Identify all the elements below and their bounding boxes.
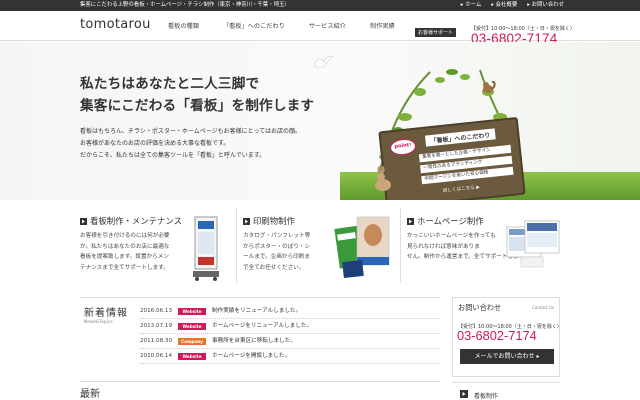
- arrow-icon: [243, 217, 250, 225]
- news-item[interactable]: 2010.06.14 Website ホームページを開設しました。: [140, 349, 440, 364]
- point-badge: point!: [389, 137, 417, 157]
- inquiry-box: お問い合わせ Contact Us 【受付】10:00～18:00（土・日・祝を…: [452, 297, 562, 377]
- hero-body: 看板はもちろん、チラシ・ポスター・ホームページもお客様にとってはお店の顔。 お客…: [80, 128, 301, 159]
- arrow-icon: [407, 217, 414, 225]
- squirrel-illustration: [483, 80, 496, 93]
- hero-title-line1: 私たちはあなたと二人三脚で: [80, 76, 260, 92]
- service-desc: カタログ・パンフレット等 からポスター・のぼり・シ ールまで。企画から印刷ま で…: [243, 233, 311, 271]
- latest-title: 最新: [80, 389, 100, 400]
- nav-item-works[interactable]: 制作実績: [370, 21, 395, 30]
- top-bar: 集客にこだわる上野の看板・ホームページ・チラシ制作（東京・神奈川・千葉・埼玉） …: [0, 0, 640, 11]
- service-desc: お客様を引き付けるのには何が必要 か。私たちはあなたのお店に最適な 看板を提案致…: [80, 233, 170, 271]
- inquiry-phone[interactable]: 03-6802-7174: [457, 328, 537, 343]
- news-item[interactable]: 2013.07.19 Website ホームページをリニューアルしました。: [140, 319, 440, 334]
- email-contact-button[interactable]: メールでお問い合わせ ▸: [460, 349, 554, 364]
- service-signboard[interactable]: 看板制作・メンテナンス お客様を引き付けるのには何が必要 か。私たちはあなたのお…: [80, 205, 230, 290]
- hero: 私たちはあなたと二人三脚で 集客にこだわる「看板」を制作します 看板はもちろん、…: [0, 42, 640, 200]
- sign-more-link[interactable]: 詳しくはこちら ▶: [443, 184, 480, 194]
- news-date: 2013.07.19: [140, 323, 173, 329]
- nav-item-types[interactable]: 看板の種類: [168, 21, 199, 30]
- nav-item-commitment[interactable]: 「看板」へのこだわり: [223, 21, 285, 30]
- service-website[interactable]: ホームページ制作 かっこいいホームページを作っても 見られなければ意味がありま …: [407, 205, 561, 290]
- side-item-label: 看板制作: [474, 393, 499, 400]
- logo[interactable]: tomotarou: [80, 17, 151, 32]
- news-text[interactable]: ホームページをリニューアルしました。: [212, 319, 312, 334]
- commitment-sign[interactable]: point! 「看板」へのこだわり 集客を第一とした企画・デザイン 一貫性のある…: [378, 116, 526, 200]
- hero-title-line2: 集客にこだわる「看板」を制作します: [80, 98, 315, 114]
- main-nav: 看板の種類 「看板」へのこだわり サービス紹介 制作実績: [168, 21, 395, 30]
- news-date: 2010.06.14: [140, 353, 173, 359]
- news-section: 新着情報 News&Topics 2016.06.13 Website 制作実績…: [80, 297, 440, 377]
- website-screens-image: [506, 220, 560, 268]
- site-tagline: 集客にこだわる上野の看板・ホームページ・チラシ制作（東京・神奈川・千葉・埼玉）: [80, 2, 290, 8]
- top-link-home[interactable]: ▸ ホーム: [461, 0, 481, 11]
- category-badge: Company: [178, 338, 206, 345]
- news-item[interactable]: 2016.06.13 Website 制作実績をリニューアルしました。: [140, 304, 440, 319]
- service-title: 看板制作・メンテナンス: [90, 216, 182, 226]
- services: 看板制作・メンテナンス お客様を引き付けるのには何が必要 か。私たちはあなたのお…: [0, 205, 640, 290]
- top-link-contact[interactable]: ▸ お問い合わせ: [527, 0, 564, 11]
- inquiry-title: お問い合わせ: [458, 303, 502, 312]
- top-links: ▸ ホーム ▸ 会社概要 ▸ お問い合わせ: [461, 0, 564, 11]
- support-badge: お客様サポート: [415, 28, 457, 37]
- stand-sign-image: [193, 216, 219, 281]
- arrow-icon: [80, 217, 87, 225]
- category-badge: Website: [178, 323, 206, 330]
- inquiry-subtitle: Contact Us: [532, 305, 554, 310]
- printed-materials-image: [334, 216, 390, 279]
- category-badge: Website: [178, 353, 206, 360]
- header: tomotarou 看板の種類 「看板」へのこだわり サービス紹介 制作実績 お…: [0, 11, 640, 46]
- category-badge: Website: [178, 308, 206, 315]
- nav-item-services[interactable]: サービス紹介: [309, 21, 346, 30]
- news-text[interactable]: 制作実績をリニューアルしました。: [212, 304, 301, 319]
- arrow-icon: [460, 390, 468, 398]
- news-title: 新着情報: [84, 308, 128, 319]
- dove-illustration: [313, 55, 334, 69]
- news-item[interactable]: 2011.08.30 Company 事務所を台東区に移転しました。: [140, 334, 440, 349]
- news-subtitle: News&Topics: [84, 320, 113, 325]
- news-date: 2016.06.13: [140, 308, 173, 314]
- news-text[interactable]: 事務所を台東区に移転しました。: [212, 334, 296, 349]
- sign-title: 「看板」へのこだわり: [424, 128, 496, 147]
- news-date: 2011.08.30: [140, 338, 173, 344]
- news-list: 2016.06.13 Website 制作実績をリニューアルしました。 2013…: [140, 304, 440, 364]
- service-title: 印刷物制作: [253, 216, 295, 226]
- service-title: ホームページ制作: [417, 216, 484, 226]
- news-text[interactable]: ホームページを開設しました。: [212, 349, 290, 364]
- rabbit-illustration: [375, 166, 391, 191]
- top-link-company[interactable]: ▸ 会社概要: [491, 0, 517, 11]
- side-item-signboard[interactable]: 看板制作: [452, 382, 560, 400]
- service-print[interactable]: 印刷物制作 カタログ・パンフレット等 からポスター・のぼり・シ ールまで。企画か…: [243, 205, 393, 290]
